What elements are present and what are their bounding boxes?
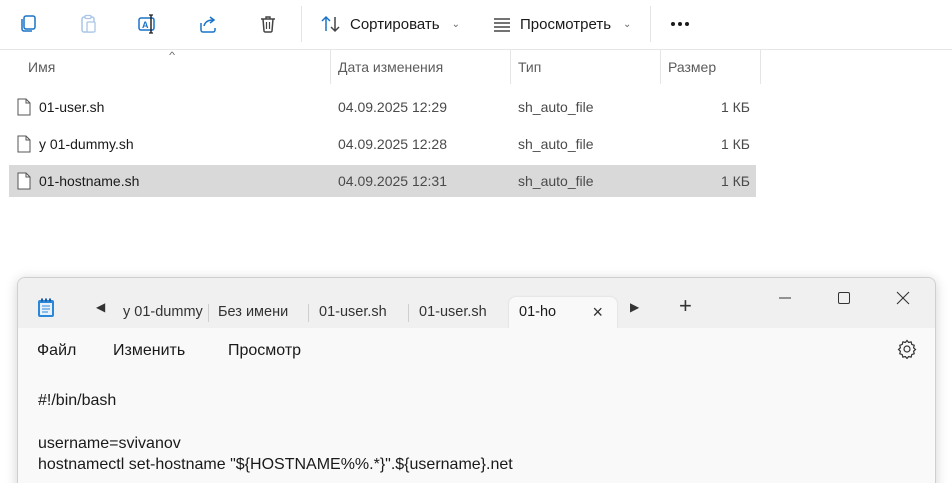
notepad-menubar: Файл Изменить Просмотр (18, 328, 935, 373)
maximize-icon[interactable] (821, 286, 867, 310)
view-button[interactable]: Просмотреть ⌄ (492, 9, 631, 39)
sort-ascending-icon: ^ (169, 50, 176, 60)
close-window-icon[interactable] (880, 286, 926, 310)
toolbar-divider (650, 6, 651, 42)
minimize-icon[interactable] (762, 286, 808, 310)
editor-line: hostnamectl set-hostname "${HOSTNAME%%.*… (38, 456, 513, 473)
file-size: 1 КБ (720, 99, 750, 115)
file-date: 04.09.2025 12:29 (338, 99, 447, 115)
file-name: у 01-dummy.sh (39, 136, 134, 152)
tab-label: у 01-dummy (123, 304, 203, 320)
editor-line: #!/bin/bash (38, 392, 117, 409)
copy-icon[interactable] (13, 9, 43, 39)
column-divider[interactable] (510, 50, 511, 84)
notepad-editor[interactable]: #!/bin/bash username=svivanov hostnamect… (18, 372, 935, 483)
more-options-icon[interactable] (665, 9, 695, 39)
file-size: 1 КБ (720, 173, 750, 189)
file-icon (17, 98, 31, 116)
explorer-toolbar: A Сортировать ⌄ Просмотреть ⌄ (0, 0, 952, 50)
view-label: Просмотреть (520, 15, 612, 33)
file-name: 01-hostname.sh (39, 173, 140, 189)
menu-view[interactable]: Просмотр (228, 328, 301, 372)
delete-icon[interactable] (253, 9, 283, 39)
tab-label: 01-user.sh (419, 304, 487, 320)
chevron-down-icon: ⌄ (623, 18, 632, 30)
paste-icon[interactable] (73, 9, 103, 39)
column-name[interactable]: Имя (28, 50, 55, 84)
chevron-down-icon: ⌄ (451, 18, 461, 30)
rename-icon[interactable]: A (133, 9, 163, 39)
tab-user-1[interactable]: 01-user.sh (319, 297, 409, 328)
menu-file[interactable]: Файл (37, 328, 76, 372)
toolbar-divider (301, 6, 302, 42)
new-tab-icon[interactable]: + (679, 293, 692, 319)
file-date: 04.09.2025 12:28 (338, 136, 447, 152)
view-list-icon (494, 18, 510, 32)
file-type: sh_auto_file (518, 173, 594, 189)
tab-divider (208, 304, 209, 322)
sort-icon (321, 15, 340, 33)
notepad-app-icon (38, 298, 54, 317)
tab-label: 01-ho (519, 304, 557, 320)
tab-untitled[interactable]: Без имени (218, 297, 308, 328)
column-size[interactable]: Размер (668, 50, 716, 84)
column-divider[interactable] (760, 50, 761, 84)
settings-gear-icon[interactable] (897, 339, 917, 359)
file-type: sh_auto_file (518, 99, 594, 115)
tab-divider (308, 304, 309, 322)
column-date[interactable]: Дата изменения (338, 50, 443, 84)
close-tab-icon[interactable]: × (592, 297, 603, 328)
tab-divider (408, 304, 409, 322)
tab-dummy[interactable]: у 01-dummy (123, 297, 206, 328)
file-type: sh_auto_file (518, 136, 594, 152)
sort-label: Сортировать (350, 15, 440, 33)
tab-hostname-active[interactable]: 01-ho × (509, 297, 617, 328)
column-divider[interactable] (330, 50, 331, 84)
screen: A Сортировать ⌄ Просмотреть ⌄ Имя Дата и… (0, 0, 952, 483)
column-type[interactable]: Тип (518, 50, 541, 84)
file-icon (17, 135, 31, 153)
notepad-window: ◀ у 01-dummy Без имени 01-user.sh 01-use… (17, 277, 936, 483)
tab-label: Без имени (218, 304, 289, 320)
tab-label: 01-user.sh (319, 304, 387, 320)
file-row-selected[interactable]: 01-hostname.sh 04.09.2025 12:31 sh_auto_… (9, 165, 756, 197)
file-date: 04.09.2025 12:31 (338, 173, 447, 189)
column-divider[interactable] (660, 50, 661, 84)
scroll-tabs-left-icon[interactable]: ◀ (96, 300, 105, 314)
file-size: 1 КБ (720, 136, 750, 152)
file-name: 01-user.sh (39, 99, 105, 115)
notepad-titlebar[interactable]: ◀ у 01-dummy Без имени 01-user.sh 01-use… (18, 278, 935, 328)
sort-button[interactable]: Сортировать ⌄ (320, 9, 460, 39)
file-icon (17, 172, 31, 190)
menu-edit[interactable]: Изменить (113, 328, 185, 372)
share-icon[interactable] (193, 9, 223, 39)
file-row[interactable]: у 01-dummy.sh 04.09.2025 12:28 sh_auto_f… (9, 128, 756, 160)
tab-user-2[interactable]: 01-user.sh (419, 297, 509, 328)
svg-text:A: A (142, 20, 149, 30)
scroll-tabs-right-icon[interactable]: ▶ (630, 300, 639, 314)
file-row[interactable]: 01-user.sh 04.09.2025 12:29 sh_auto_file… (9, 91, 756, 123)
file-list-header: Имя Дата изменения Тип Размер (0, 50, 952, 84)
editor-line: username=svivanov (38, 435, 181, 452)
